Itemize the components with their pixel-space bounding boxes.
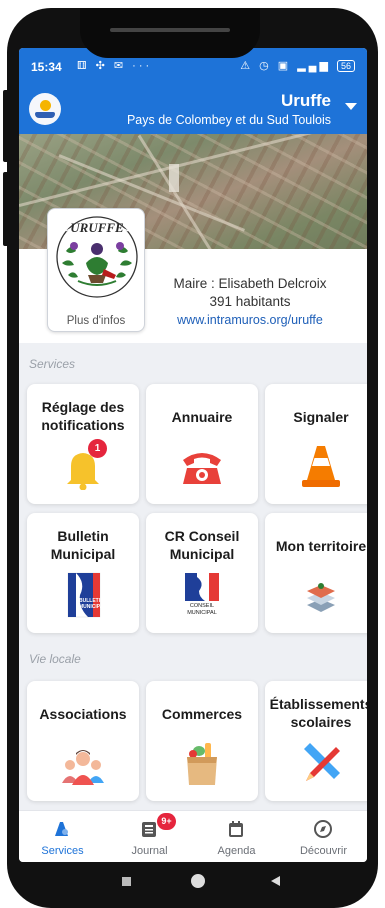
bell-icon: 1 [58,439,108,491]
coat-of-arms-card[interactable]: URUFFE Plus d'infos [47,208,145,332]
grocery-bag-icon [177,739,227,787]
bulletin-icon-text: BULLETIN MUNICIPAL [79,598,107,610]
traffic-cone-icon [296,442,346,490]
conseil-icon-text: CONSEIL MUNICIPAL [187,603,217,616]
more-info-link[interactable]: Plus d'infos [48,315,144,327]
tile-title: Commerces [161,706,243,722]
tile-title: Bulletin Municipal [50,528,116,562]
tile-title: Établissements scolaires [269,696,367,730]
recent-apps-icon[interactable] [122,877,131,886]
pencil-ruler-icon [296,739,346,787]
newspaper-icon [142,822,156,837]
services-icon [55,822,68,836]
nav-agenda[interactable]: Agenda [193,811,280,862]
nav-discover[interactable]: Découvrir [280,811,367,862]
tile-title: Signaler [293,409,349,425]
tile-notification-settings[interactable]: Réglage des notifications 1 [27,384,139,504]
tile-title: Annuaire [171,409,233,425]
journal-badge: 9+ [157,813,176,830]
bottom-navigation: Services 9+ Journal Agenda Découvrir [19,810,367,862]
tile-my-territory[interactable]: Mon territoire [265,513,367,633]
nav-label: Agenda [217,845,256,857]
calendar-icon [229,821,243,837]
tile-shops[interactable]: Commerces [146,681,258,801]
nav-label: Journal [131,845,168,857]
speaker-grille [110,28,230,32]
home-icon[interactable] [191,874,205,888]
community-name[interactable]: Pays de Colombey et du Sud Toulois [127,113,331,127]
system-icons: ⚠ ◷ ▣ ▂▄▆ 56 [240,59,355,72]
chevron-down-icon[interactable] [345,103,357,110]
tile-associations[interactable]: Associations [27,681,139,801]
coat-of-arms-icon: URUFFE [56,216,138,298]
signal-icons: ⚠ ◷ ▣ ▂▄▆ [240,60,331,72]
nav-label: Découvrir [299,845,348,857]
mayor-name: Maire : Elisabeth Delcroix [173,276,327,291]
section-services-title: Services [29,357,76,371]
compass-icon [314,820,332,838]
tile-directory[interactable]: Annuaire [146,384,258,504]
notification-icons: ⚅ ✣ ✉ ··· [77,60,153,72]
crest-motto: URUFFE [70,220,124,235]
tile-schools[interactable]: Établissements scolaires [265,681,367,801]
app-logo-icon[interactable] [29,93,61,125]
website-link[interactable]: www.intramuros.org/uruffe [155,311,345,329]
tile-title: Réglage des notifications [41,399,125,433]
people-icon [58,739,108,787]
tile-title: Mon territoire [275,538,367,554]
status-time: 15:34 [31,60,62,74]
camera-notch [80,8,260,58]
app-screen: 15:34 ⚅ ✣ ✉ ··· ⚠ ◷ ▣ ▂▄▆ 56 Uruffe Pays… [19,48,367,862]
nav-label: Services [41,845,84,857]
nav-services[interactable]: Services [19,811,106,862]
town-selector-name[interactable]: Uruffe [281,91,331,111]
bulletin-icon: BULLETIN MUNICIPAL [58,571,108,619]
tile-title: CR Conseil Municipal [164,528,240,562]
telephone-icon [177,442,227,490]
tile-bulletin[interactable]: Bulletin Municipal BULLETIN MUNICIPAL [27,513,139,633]
battery-icon: 56 [336,60,355,72]
nav-journal[interactable]: 9+ Journal [106,811,193,862]
tile-title: Associations [39,706,127,722]
back-icon[interactable] [271,876,280,886]
inhabitants-count: 391 habitants [209,294,291,309]
notification-badge: 1 [88,439,107,458]
section-local-life-title: Vie locale [29,652,81,666]
town-info: Maire : Elisabeth Delcroix 391 habitants… [155,275,345,329]
conseil-icon: CONSEIL MUNICIPAL [177,571,227,619]
tile-report[interactable]: Signaler [265,384,367,504]
tile-council-minutes[interactable]: CR Conseil Municipal CONSEIL MUNICIPAL [146,513,258,633]
app-header: Uruffe Pays de Colombey et du Sud Touloi… [19,84,367,134]
map-layers-icon [296,571,346,619]
system-navigation-bar [19,862,367,900]
